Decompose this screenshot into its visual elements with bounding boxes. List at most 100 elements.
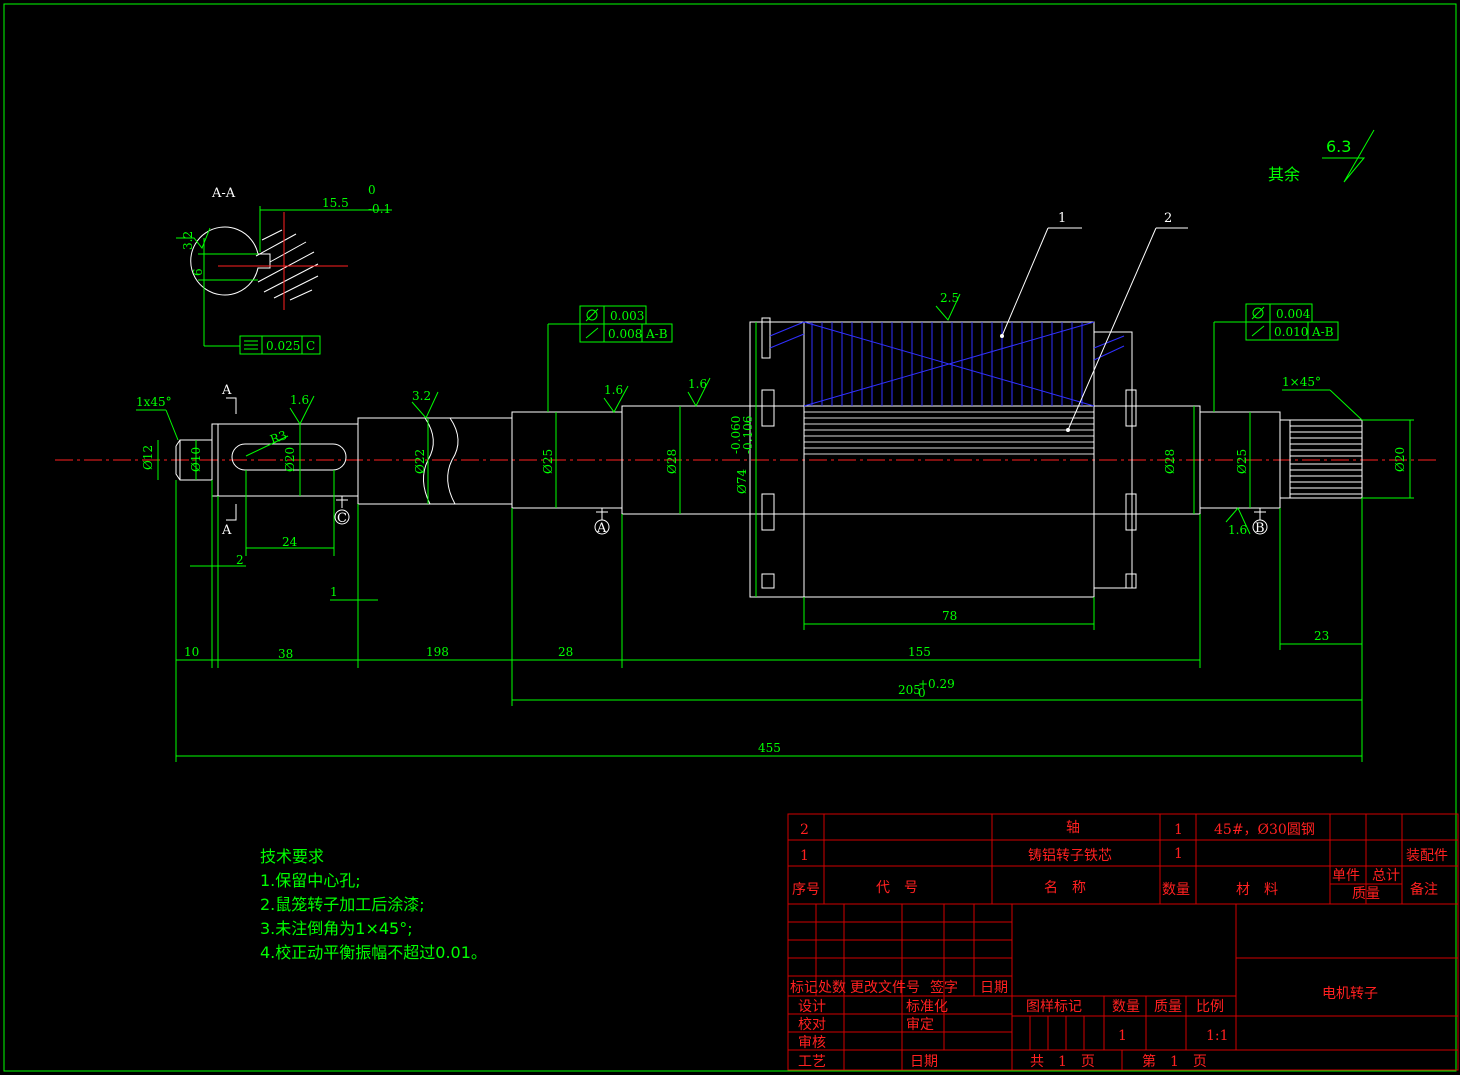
svg-text:更改文件号: 更改文件号 (850, 980, 920, 996)
svg-text:第 1 页: 第 1 页 (1142, 1053, 1207, 1070)
svg-text:0.008: 0.008 (608, 327, 642, 341)
svg-text:Ø10: Ø10 (189, 447, 203, 472)
tech-requirements: 技术要求 1.保留中心孔; 2.鼠笼转子加工后涂漆; 3.未注倒角为1×45°;… (260, 847, 487, 962)
svg-text:2: 2 (800, 822, 809, 838)
svg-text:电机转子: 电机转子 (1322, 986, 1378, 1002)
svg-text:198: 198 (426, 645, 449, 659)
svg-text:数量: 数量 (1162, 882, 1190, 898)
svg-text:1:1: 1:1 (1206, 1028, 1229, 1044)
svg-text:0.003: 0.003 (610, 309, 644, 323)
svg-text:处数: 处数 (818, 980, 846, 996)
svg-text:1: 1 (330, 585, 338, 599)
svg-text:标准化: 标准化 (906, 999, 948, 1015)
svg-text:2.5: 2.5 (940, 291, 959, 305)
svg-text:B: B (1255, 521, 1265, 536)
svg-text:材 料: 材 料 (1236, 882, 1278, 898)
svg-text:24: 24 (282, 535, 298, 549)
svg-text:2: 2 (1164, 211, 1172, 226)
core-section-hatching (769, 321, 1125, 407)
svg-text:工艺: 工艺 (798, 1054, 826, 1070)
svg-text:Ø28: Ø28 (1163, 449, 1177, 474)
svg-text:1.6: 1.6 (604, 383, 623, 397)
section-a-a: A-A 15.5 0 -0.1 3.2 6 0.025 C (176, 183, 392, 355)
svg-text:名 称: 名 称 (1044, 880, 1086, 896)
svg-text:校对: 校对 (798, 1016, 826, 1033)
svg-text:0.025: 0.025 (266, 339, 300, 353)
svg-text:Ø12: Ø12 (141, 445, 155, 470)
svg-text:日期: 日期 (910, 1054, 938, 1070)
svg-text:审定: 审定 (906, 1017, 934, 1033)
svg-text:共 1 页: 共 1 页 (1030, 1054, 1095, 1070)
svg-text:2.鼠笼转子加工后涂漆;: 2.鼠笼转子加工后涂漆; (260, 895, 425, 914)
svg-text:Ø74: Ø74 (735, 469, 749, 494)
svg-text:28: 28 (558, 645, 573, 659)
svg-text:6.3: 6.3 (1326, 137, 1351, 156)
svg-text:签字: 签字 (930, 979, 958, 996)
svg-text:A: A (221, 383, 232, 398)
svg-text:图样标记: 图样标记 (1026, 999, 1082, 1015)
svg-text:0.004: 0.004 (1276, 307, 1311, 321)
svg-text:1: 1 (1174, 846, 1183, 862)
svg-text:装配件: 装配件 (1406, 848, 1448, 864)
svg-text:1.6: 1.6 (1228, 523, 1247, 537)
svg-text:单件: 单件 (1332, 868, 1360, 884)
svg-text:455: 455 (758, 741, 781, 755)
svg-text:0.010: 0.010 (1274, 325, 1308, 339)
svg-text:3.未注倒角为1×45°;: 3.未注倒角为1×45°; (260, 919, 413, 938)
svg-text:155: 155 (908, 645, 931, 659)
svg-text:代 号: 代 号 (876, 880, 918, 896)
svg-text:-0.1: -0.1 (368, 202, 391, 216)
svg-text:1.6: 1.6 (290, 393, 309, 407)
svg-text:1: 1 (1174, 822, 1183, 838)
svg-text:比例: 比例 (1196, 999, 1224, 1015)
svg-text:技术要求: 技术要求 (260, 847, 324, 866)
svg-text:1.6: 1.6 (688, 377, 707, 391)
svg-text:0: 0 (918, 686, 926, 700)
svg-text:设计: 设计 (798, 999, 826, 1015)
svg-text:标记: 标记 (790, 980, 818, 996)
svg-text:1×45°: 1×45° (1282, 375, 1321, 389)
svg-text:10: 10 (184, 645, 199, 659)
svg-text:1: 1 (1058, 211, 1066, 226)
svg-text:1: 1 (800, 848, 809, 864)
svg-text:审核: 审核 (798, 1035, 826, 1051)
geo-tol-right: 0.004 0.010 A-B (1213, 303, 1339, 412)
svg-text:A: A (221, 523, 232, 538)
rotor-lamination-lines (804, 411, 1094, 455)
svg-text:-0.106: -0.106 (741, 416, 755, 454)
svg-text:A: A (596, 521, 607, 536)
svg-text:0: 0 (368, 183, 376, 197)
svg-text:3.2: 3.2 (181, 231, 195, 250)
svg-text:1x45°: 1x45° (136, 395, 172, 409)
svg-text:A-B: A-B (1311, 325, 1334, 339)
svg-text:Ø20: Ø20 (283, 447, 297, 472)
svg-text:4.校正动平衡振幅不超过0.01。: 4.校正动平衡振幅不超过0.01。 (260, 943, 487, 962)
svg-text:A-B: A-B (645, 327, 668, 341)
svg-text:日期: 日期 (980, 980, 1008, 996)
title-block: 电机转子 标记 处数 更改文件号 签字 日期 设计 标准化 校对 审定 审核 工… (788, 904, 1458, 1070)
svg-text:45#，Ø30圆钢: 45#，Ø30圆钢 (1214, 822, 1315, 838)
svg-text:轴: 轴 (1066, 820, 1080, 836)
svg-text:质量: 质量 (1352, 886, 1380, 902)
svg-text:15.5: 15.5 (322, 196, 349, 210)
section-title: A-A (211, 186, 236, 201)
svg-text:其余: 其余 (1268, 165, 1300, 184)
engineering-drawing: A-A 15.5 0 -0.1 3.2 6 0.025 C 其余 6.3 1 2… (3, 3, 1459, 1072)
svg-text:铸铝转子铁芯: 铸铝转子铁芯 (1028, 848, 1112, 864)
svg-text:2: 2 (236, 553, 244, 567)
svg-text:3.2: 3.2 (412, 389, 431, 403)
surface-roughness-rest: 其余 6.3 (1268, 129, 1375, 184)
svg-text:1.保留中心孔;: 1.保留中心孔; (260, 871, 361, 890)
svg-text:质量: 质量 (1154, 999, 1182, 1015)
svg-text:Ø25: Ø25 (541, 449, 555, 474)
svg-text:备注: 备注 (1410, 881, 1438, 898)
svg-text:序号: 序号 (792, 882, 820, 898)
svg-text:Ø28: Ø28 (665, 449, 679, 474)
svg-text:C: C (337, 511, 347, 526)
svg-text:Ø20: Ø20 (1393, 447, 1407, 472)
svg-text:C: C (306, 339, 315, 353)
svg-text:Ø22: Ø22 (413, 449, 427, 474)
svg-text:Ø25: Ø25 (1235, 449, 1249, 474)
svg-text:38: 38 (278, 647, 293, 661)
svg-text:6: 6 (191, 268, 205, 276)
